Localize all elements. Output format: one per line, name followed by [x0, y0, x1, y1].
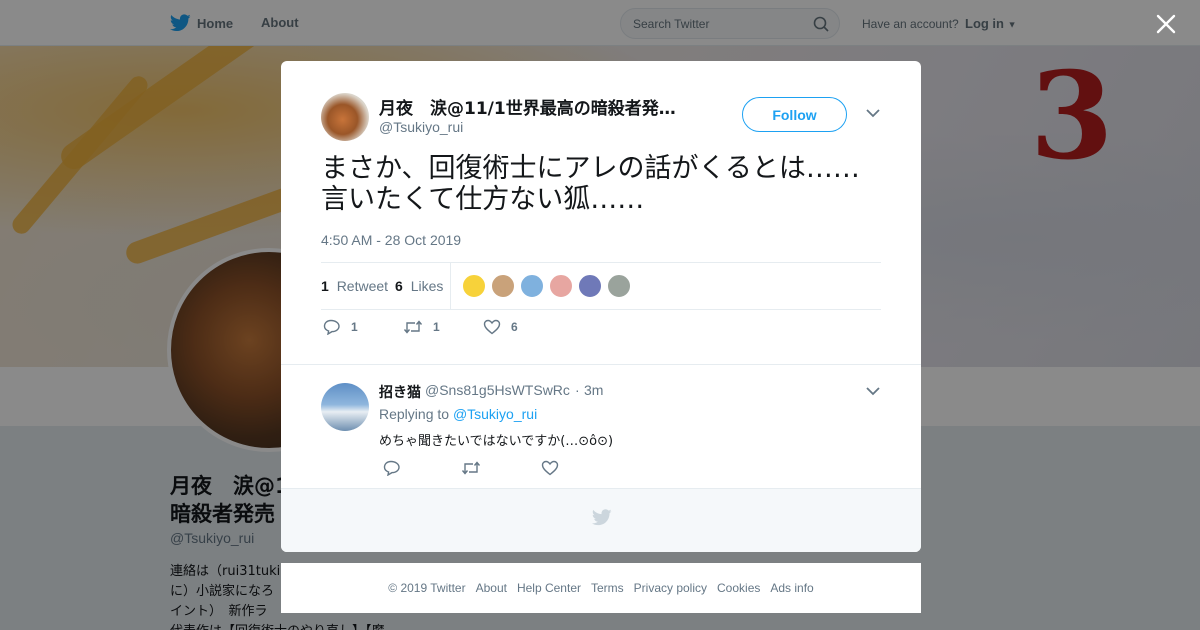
twitter-bird-icon [592, 509, 612, 526]
reply-author-avatar[interactable] [321, 383, 369, 431]
author-avatar[interactable] [321, 93, 369, 141]
reply-icon [323, 319, 340, 335]
author-name[interactable]: 月夜 涙@11/1世界最高の暗殺者発… [379, 94, 699, 119]
retweet-icon[interactable] [461, 460, 481, 476]
heart-icon [483, 319, 501, 335]
reply-text: めちゃ聞きたいではないですか(…⊙ô⊙) [379, 434, 614, 449]
liker-avatar[interactable] [520, 274, 544, 298]
likes-stat[interactable]: 6 Likes [395, 278, 443, 294]
chevron-down-icon[interactable] [865, 385, 881, 397]
liker-avatar[interactable] [462, 274, 486, 298]
tweet-text: まさか、回復術士にアレの話がくるとは…… 言いたくて仕方ない狐…… [321, 153, 860, 215]
like-action[interactable]: 6 [483, 319, 518, 335]
stats-divider [450, 263, 451, 310]
replying-to-text: Replying to @Tsukiyo_rui [379, 406, 538, 422]
tweet-timestamp[interactable]: 4:50 AM - 28 Oct 2019 [321, 232, 461, 248]
footer-link-ads-info[interactable]: Ads info [770, 581, 813, 595]
chevron-down-icon[interactable] [865, 107, 881, 119]
footer-link-cookies[interactable]: Cookies [717, 581, 760, 595]
reply-actions [381, 460, 581, 478]
retweet-stat[interactable]: 1 Retweet [321, 278, 388, 294]
heart-icon[interactable] [541, 460, 559, 476]
liker-avatar[interactable] [607, 274, 631, 298]
tweet-permalink-modal: 月夜 涙@11/1世界最高の暗殺者発… @Tsukiyo_rui Follow … [281, 61, 921, 552]
liker-avatar[interactable] [578, 274, 602, 298]
footer-link-privacy[interactable]: Privacy policy [634, 581, 707, 595]
follow-button[interactable]: Follow [742, 97, 847, 132]
retweet-action[interactable]: 1 [403, 319, 440, 335]
tweet-stats: 1 Retweet 6 Likes [321, 262, 881, 310]
reply-action[interactable]: 1 [323, 319, 358, 335]
footer-link-help-center[interactable]: Help Center [517, 581, 581, 595]
replying-to-link[interactable]: @Tsukiyo_rui [453, 406, 537, 422]
author-handle[interactable]: @Tsukiyo_rui [379, 119, 463, 135]
reply-author-name[interactable]: 招き猫 [379, 382, 421, 402]
modal-footer [281, 488, 921, 552]
liker-avatar[interactable] [549, 274, 573, 298]
site-footer: © 2019 Twitter About Help Center Terms P… [281, 563, 921, 613]
close-icon[interactable] [1154, 12, 1178, 36]
reply-author-handle[interactable]: @Sns81g5HsWTSwRc [425, 382, 570, 398]
tweet-actions: 1 1 6 [321, 319, 621, 343]
footer-link-terms[interactable]: Terms [591, 581, 624, 595]
footer-copyright[interactable]: © 2019 Twitter [388, 581, 465, 595]
divider [281, 364, 921, 365]
reply-timestamp[interactable]: 3m [584, 382, 603, 398]
retweet-icon [403, 320, 423, 334]
reply-separator: · [575, 382, 580, 398]
reply-icon[interactable] [383, 460, 401, 476]
liker-avatar[interactable] [491, 274, 515, 298]
footer-link-about[interactable]: About [476, 581, 507, 595]
